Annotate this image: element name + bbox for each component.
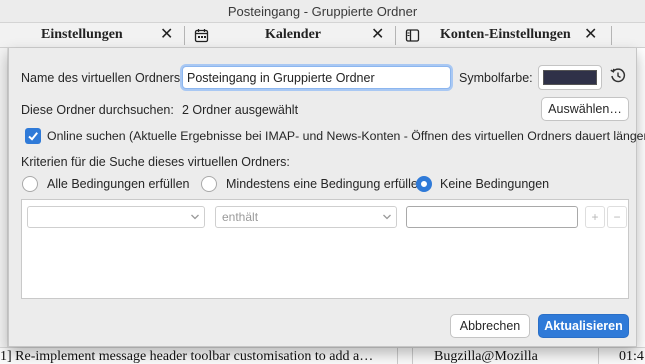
choose-folders-button[interactable]: Auswählen… (541, 97, 629, 121)
folder-name-input[interactable] (182, 66, 451, 89)
chevron-down-icon (191, 214, 199, 220)
message-sender: Bugzilla@Mozilla (434, 349, 538, 364)
calendar-icon (194, 28, 209, 48)
folder-pane-edge (0, 48, 8, 347)
search-folders-label: Diese Ordner durchsuchen: (21, 103, 174, 117)
update-button[interactable]: Aktualisieren (538, 314, 629, 338)
tab-label: Einstellungen (41, 27, 123, 42)
tab-account-settings[interactable]: Konten-Einstellungen ✕ (396, 23, 611, 48)
tab-bar: Einstellungen ✕ Kalender ✕ Konten-Einste… (0, 23, 645, 48)
close-icon[interactable]: ✕ (160, 24, 173, 43)
message-subject: 1] Re-implement message header toolbar c… (0, 349, 374, 364)
match-any-label: Mindestens eine Bedingung erfüllen (226, 177, 425, 191)
tab-label: Konten-Einstellungen (440, 27, 571, 42)
match-any-radio[interactable] (201, 176, 217, 192)
folder-name-label: Name des virtuellen Ordners: (21, 71, 184, 85)
rule-value-input[interactable] (406, 206, 578, 228)
book-icon (405, 28, 420, 48)
rule-field-select[interactable] (27, 206, 205, 228)
tab-separator (611, 26, 612, 45)
selected-folders-value: 2 Ordner ausgewählt (182, 103, 299, 117)
virtual-folder-dialog: Name des virtuellen Ordners: Symbolfarbe… (8, 48, 645, 347)
online-search-label: Online suchen (Aktuelle Ergebnisse bei I… (47, 129, 645, 143)
add-rule-button[interactable]: + (585, 206, 605, 228)
remove-rule-button[interactable]: − (607, 206, 627, 228)
match-all-label: Alle Bedingungen erfüllen (47, 177, 190, 191)
icon-color-label: Symbolfarbe: (459, 71, 533, 85)
online-search-checkbox[interactable] (25, 128, 41, 144)
rule-operator-select[interactable]: enthält (215, 206, 397, 228)
folder-name-field[interactable] (183, 67, 450, 88)
tab-label: Kalender (265, 27, 321, 42)
tab-calendar[interactable]: Kalender ✕ (185, 23, 395, 48)
cancel-button[interactable]: Abbrechen (450, 314, 530, 338)
color-swatch (543, 70, 597, 85)
message-row[interactable]: 1] Re-implement message header toolbar c… (0, 347, 645, 364)
criteria-label: Kriterien für die Suche dieses virtuelle… (21, 155, 290, 169)
thread-icon (397, 348, 413, 364)
message-time: 01:4 (619, 349, 644, 364)
match-all-radio[interactable] (22, 176, 38, 192)
chevron-down-icon (383, 214, 391, 220)
match-none-radio[interactable] (416, 176, 432, 192)
window-title: Posteingang - Gruppierte Ordner (0, 0, 645, 23)
rule-value-field[interactable] (407, 207, 577, 227)
close-icon[interactable]: ✕ (584, 24, 597, 43)
match-none-label: Keine Bedingungen (440, 177, 550, 191)
checkmark-icon (28, 132, 38, 141)
search-rules-list: enthält + − (21, 199, 629, 299)
icon-color-button[interactable] (538, 65, 602, 90)
close-icon[interactable]: ✕ (371, 24, 384, 43)
tab-settings[interactable]: Einstellungen ✕ (0, 23, 184, 48)
reset-color-icon[interactable] (609, 67, 627, 88)
date-separator (598, 348, 614, 364)
rule-operator-value: enthält (222, 210, 259, 224)
